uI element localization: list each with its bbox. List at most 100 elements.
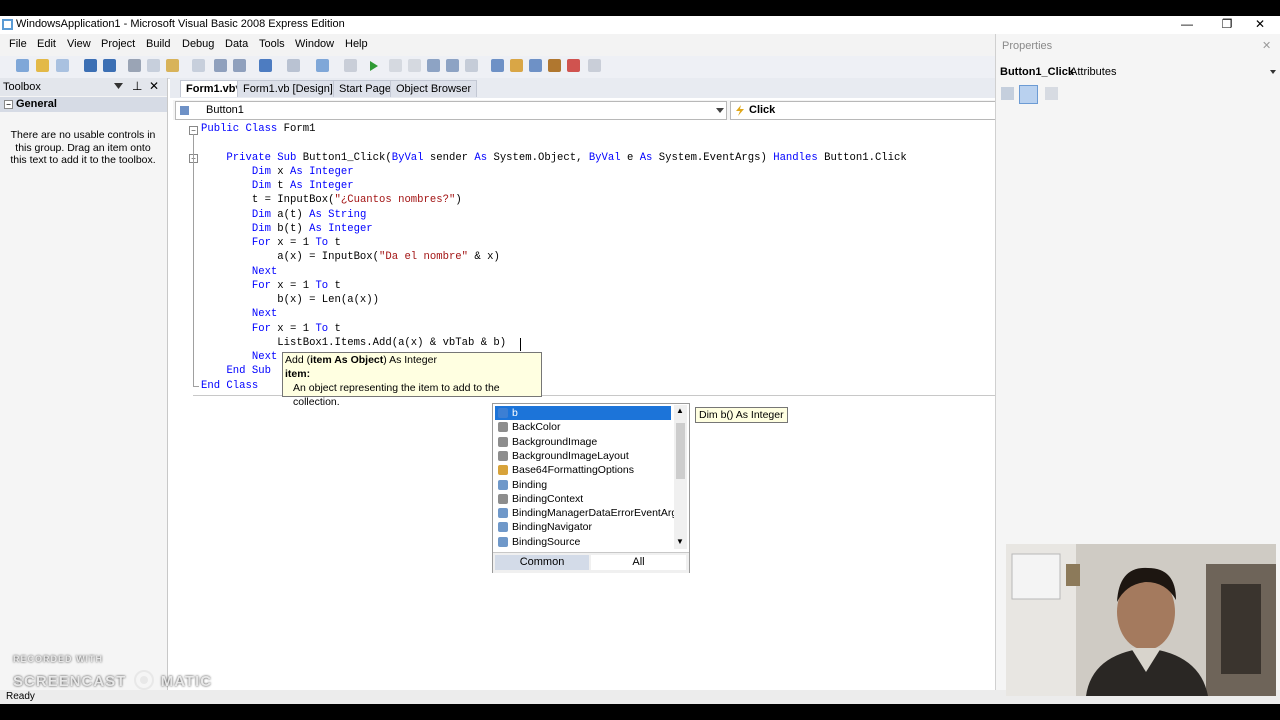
intellisense-item[interactable]: BindingManagerDataErrorEventArgs xyxy=(495,506,682,520)
properties-object-selector[interactable]: Button1_Click Attributes xyxy=(996,64,1280,80)
comment-icon[interactable] xyxy=(214,59,227,72)
properties-window-icon[interactable] xyxy=(510,59,523,72)
code-token: b(t) xyxy=(270,222,310,235)
code-line[interactable]: For x = 1 To t xyxy=(201,279,341,293)
save-icon[interactable] xyxy=(84,59,97,72)
menu-help[interactable]: Help xyxy=(345,38,368,50)
toolbox-empty-message: There are no usable controls in this gro… xyxy=(10,129,156,166)
redo-icon[interactable] xyxy=(287,59,300,72)
new-project-icon[interactable] xyxy=(16,59,29,72)
start-debugging-icon[interactable] xyxy=(369,60,379,72)
document-tabs: Form1.vb* Form1.vb [Design]* Start Page … xyxy=(170,78,995,98)
code-line[interactable]: ListBox1.Items.Add(a(x) & vbTab & b) xyxy=(201,336,506,350)
toolbox-dropdown-icon[interactable] xyxy=(114,83,123,89)
code-line[interactable]: Dim x As Integer xyxy=(201,165,354,179)
intellisense-item[interactable]: BindingContext xyxy=(495,492,671,506)
navigate-icon[interactable] xyxy=(316,59,329,72)
tab-all[interactable]: All xyxy=(591,555,686,570)
tab-form1-design[interactable]: Form1.vb [Design]* xyxy=(237,80,344,97)
code-line[interactable]: End Sub xyxy=(201,364,271,378)
intellisense-item[interactable]: BackColor xyxy=(495,420,671,434)
save-all-icon[interactable] xyxy=(103,59,116,72)
scroll-down-icon[interactable]: ▼ xyxy=(676,537,684,546)
intellisense-item[interactable]: BackgroundImageLayout xyxy=(495,449,671,463)
intellisense-scrollbar[interactable]: ▲ ▼ xyxy=(674,405,687,549)
tab-object-browser[interactable]: Object Browser xyxy=(390,80,478,97)
menu-data[interactable]: Data xyxy=(225,38,248,50)
code-line[interactable]: Private Sub Button1_Click(ByVal sender A… xyxy=(201,151,906,165)
error-list-icon[interactable] xyxy=(567,59,580,72)
code-line[interactable]: Dim b(t) As Integer xyxy=(201,222,373,236)
solution-explorer-icon[interactable] xyxy=(491,59,504,72)
intellisense-item[interactable]: Base64FormattingOptions xyxy=(495,463,671,477)
tab-start-page[interactable]: Start Page xyxy=(333,80,397,97)
menu-tools[interactable]: Tools xyxy=(259,38,285,50)
intellisense-list[interactable]: b BackColor BackgroundImage BackgroundImage… xyxy=(492,403,690,573)
step-out-icon[interactable] xyxy=(465,59,478,72)
properties-title: Properties xyxy=(1002,40,1053,52)
properties-close-icon[interactable]: ✕ xyxy=(1262,39,1271,52)
code-token: x = 1 xyxy=(270,322,316,335)
intellisense-item[interactable]: BindingNavigator xyxy=(495,520,671,534)
open-file-icon[interactable] xyxy=(36,59,49,72)
code-line[interactable]: Next xyxy=(201,350,277,364)
toolbox-group-general[interactable]: − General xyxy=(0,97,167,112)
find-icon[interactable] xyxy=(192,59,205,72)
code-line[interactable]: b(x) = Len(a(x)) xyxy=(201,293,379,307)
intellisense-item[interactable]: Binding xyxy=(495,478,671,492)
intellisense-item[interactable]: b xyxy=(495,406,671,420)
code-line[interactable]: Dim a(t) As String xyxy=(201,208,366,222)
categorized-icon[interactable] xyxy=(1001,87,1014,100)
code-token: x xyxy=(270,165,291,178)
property-pages-icon[interactable] xyxy=(1045,87,1058,100)
close-button[interactable]: ✕ xyxy=(1240,16,1280,34)
find-in-files-icon[interactable] xyxy=(344,59,357,72)
intellisense-item[interactable]: BackgroundImage xyxy=(495,435,671,449)
cut-icon[interactable] xyxy=(128,59,141,72)
parameter-info-tooltip: Add (item As Object) As Integer item: An… xyxy=(282,352,542,408)
menu-view[interactable]: View xyxy=(67,38,91,50)
collapse-icon[interactable]: − xyxy=(4,100,13,109)
menu-build[interactable]: Build xyxy=(146,38,170,50)
intellisense-item[interactable]: BindingSource xyxy=(495,535,671,549)
menu-debug[interactable]: Debug xyxy=(182,38,214,50)
pause-icon[interactable] xyxy=(389,59,402,72)
scroll-thumb[interactable] xyxy=(676,423,685,479)
code-line[interactable]: Next xyxy=(201,307,277,321)
code-line[interactable]: For x = 1 To t xyxy=(201,236,341,250)
class-name-dropdown[interactable]: Button1 xyxy=(175,101,727,120)
code-line[interactable]: a(x) = InputBox("Da el nombre" & x) xyxy=(201,250,500,264)
stop-icon[interactable] xyxy=(408,59,421,72)
menu-project[interactable]: Project xyxy=(101,38,135,50)
method-name-dropdown[interactable]: Click xyxy=(730,101,996,120)
undo-icon[interactable] xyxy=(259,59,272,72)
code-line[interactable]: t = InputBox("¿Cuantos nombres?") xyxy=(201,193,462,207)
menu-file[interactable]: File xyxy=(9,38,27,50)
menu-edit[interactable]: Edit xyxy=(37,38,56,50)
alphabetical-icon[interactable] xyxy=(1019,85,1038,104)
code-line[interactable]: Public Class Form1 xyxy=(201,122,315,136)
paste-icon[interactable] xyxy=(166,59,179,72)
tip-return: ) As Integer xyxy=(383,354,437,366)
toolbox-icon[interactable] xyxy=(548,59,561,72)
code-token: System.EventArgs) xyxy=(652,151,774,164)
object-browser-icon[interactable] xyxy=(529,59,542,72)
code-line[interactable]: End Class xyxy=(201,379,258,393)
uncomment-icon[interactable] xyxy=(233,59,246,72)
tab-form1-code[interactable]: Form1.vb* xyxy=(180,80,246,97)
scroll-up-icon[interactable]: ▲ xyxy=(676,406,684,415)
code-line[interactable]: Dim t As Integer xyxy=(201,179,354,193)
menu-window[interactable]: Window xyxy=(295,38,334,50)
step-over-icon[interactable] xyxy=(446,59,459,72)
pin-icon[interactable]: ⊥ xyxy=(132,79,142,93)
tab-common[interactable]: Common xyxy=(495,555,589,570)
window-layout-icon[interactable] xyxy=(588,59,601,72)
minimize-button[interactable]: — xyxy=(1167,16,1207,34)
copy-icon[interactable] xyxy=(147,59,160,72)
code-line[interactable]: Next xyxy=(201,265,277,279)
code-line[interactable]: For x = 1 To t xyxy=(201,322,341,336)
add-item-icon[interactable] xyxy=(56,59,69,72)
step-into-icon[interactable] xyxy=(427,59,440,72)
toolbox-close-icon[interactable]: ✕ xyxy=(149,79,159,93)
